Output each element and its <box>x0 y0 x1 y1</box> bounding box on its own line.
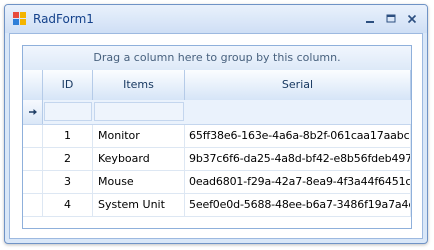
header-indicator-cell <box>23 70 43 100</box>
cell-id[interactable]: 1 <box>43 125 93 147</box>
minimize-icon <box>366 21 374 23</box>
cell-serial[interactable]: 0ead6801-f29a-42a7-8ea9-4f3a44f6451c <box>185 171 411 193</box>
row-indicator <box>23 125 43 147</box>
form-client-area: Drag a column here to group by this colu… <box>9 33 423 239</box>
window: RadForm1 Drag a column here to group by … <box>4 4 428 244</box>
new-row-id-cell[interactable] <box>44 102 92 121</box>
cell-items[interactable]: Monitor <box>93 125 185 147</box>
table-row[interactable]: 1 Monitor 65ff38e6-163e-4a6a-8b2f-061caa… <box>23 125 411 148</box>
new-row-items-cell[interactable] <box>94 102 184 121</box>
data-grid[interactable]: Drag a column here to group by this colu… <box>22 45 412 229</box>
maximize-icon <box>386 14 396 23</box>
header-items[interactable]: Items <box>93 70 185 100</box>
grid-header-row: ID Items Serial <box>23 70 411 101</box>
row-indicator <box>23 194 43 216</box>
maximize-button[interactable] <box>382 10 400 28</box>
row-indicator <box>23 100 43 124</box>
close-icon <box>407 14 417 24</box>
table-row[interactable]: 3 Mouse 0ead6801-f29a-42a7-8ea9-4f3a44f6… <box>23 171 411 194</box>
cell-items[interactable]: System Unit <box>93 194 185 216</box>
cell-serial[interactable]: 9b37c6f6-da25-4a8d-bf42-e8b56fdeb497 <box>185 148 411 170</box>
window-title: RadForm1 <box>33 12 94 26</box>
cell-serial[interactable]: 65ff38e6-163e-4a6a-8b2f-061caa17aabc <box>185 125 411 147</box>
table-row[interactable]: 4 System Unit 5eef0e0d-5688-48ee-b6a7-34… <box>23 194 411 217</box>
current-row-arrow-icon <box>28 109 37 115</box>
cell-id[interactable]: 2 <box>43 148 93 170</box>
close-button[interactable] <box>403 10 421 28</box>
cell-items[interactable]: Keyboard <box>93 148 185 170</box>
minimize-button[interactable] <box>361 10 379 28</box>
cell-id[interactable]: 3 <box>43 171 93 193</box>
cell-items[interactable]: Mouse <box>93 171 185 193</box>
header-serial[interactable]: Serial <box>185 70 411 100</box>
app-icon <box>13 12 27 26</box>
cell-id[interactable]: 4 <box>43 194 93 216</box>
group-panel[interactable]: Drag a column here to group by this colu… <box>23 46 411 71</box>
title-bar[interactable]: RadForm1 <box>5 5 427 33</box>
new-row[interactable] <box>23 100 411 125</box>
table-row[interactable]: 2 Keyboard 9b37c6f6-da25-4a8d-bf42-e8b56… <box>23 148 411 171</box>
row-indicator <box>23 148 43 170</box>
cell-serial[interactable]: 5eef0e0d-5688-48ee-b6a7-3486f19a7a4e <box>185 194 411 216</box>
header-id[interactable]: ID <box>43 70 93 100</box>
row-indicator <box>23 171 43 193</box>
